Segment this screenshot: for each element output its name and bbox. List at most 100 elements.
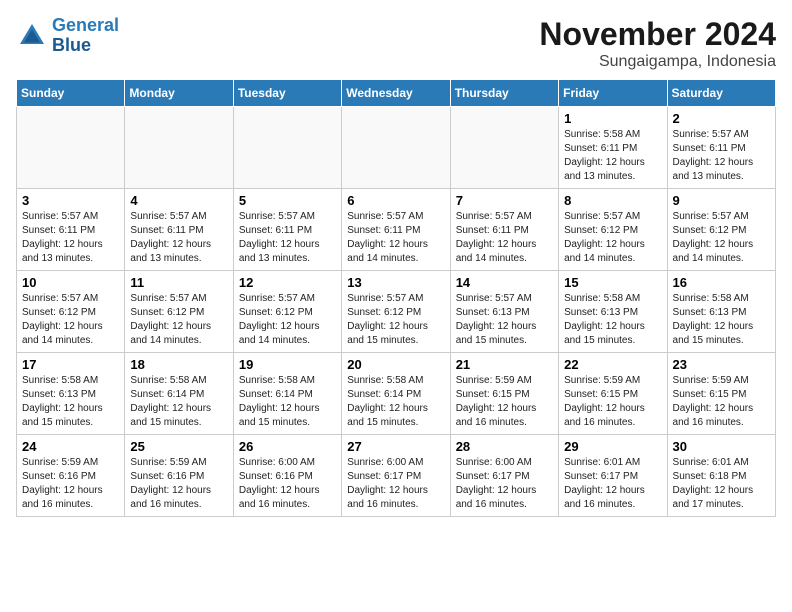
calendar: SundayMondayTuesdayWednesdayThursdayFrid… (16, 79, 776, 517)
calendar-week-row: 1Sunrise: 5:58 AM Sunset: 6:11 PM Daylig… (17, 107, 776, 189)
calendar-cell (450, 107, 558, 189)
calendar-cell: 24 Sunrise: 5:59 AM Sunset: 6:16 PM Dayli… (17, 435, 125, 517)
day-info: Sunrise: 6:01 AM Sunset: 6:17 PM Dayligh… (564, 456, 661, 512)
day-info: Sunrise: 5:57 AM Sunset: 6:12 PM Dayligh… (239, 292, 336, 348)
day-number: 21 (456, 357, 553, 372)
calendar-cell: 15 Sunrise: 5:58 AM Sunset: 6:13 PM Dayli… (559, 271, 667, 353)
day-number: 25 (130, 439, 227, 454)
day-info: Sunrise: 5:57 AM Sunset: 6:11 PM Dayligh… (130, 210, 227, 266)
day-info: Sunrise: 5:58 AM Sunset: 6:14 PM Dayligh… (239, 374, 336, 430)
weekday-header: Tuesday (233, 80, 341, 107)
day-info: Sunrise: 5:57 AM Sunset: 6:11 PM Dayligh… (456, 210, 553, 266)
calendar-cell: 25 Sunrise: 5:59 AM Sunset: 6:16 PM Dayli… (125, 435, 233, 517)
calendar-cell: 22 Sunrise: 5:59 AM Sunset: 6:15 PM Dayli… (559, 353, 667, 435)
day-info: Sunrise: 6:00 AM Sunset: 6:16 PM Dayligh… (239, 456, 336, 512)
day-number: 11 (130, 275, 227, 290)
day-number: 10 (22, 275, 119, 290)
calendar-cell: 8 Sunrise: 5:57 AM Sunset: 6:12 PM Daylig… (559, 189, 667, 271)
day-info: Sunrise: 5:58 AM Sunset: 6:13 PM Dayligh… (22, 374, 119, 430)
day-info: Sunrise: 5:58 AM Sunset: 6:14 PM Dayligh… (130, 374, 227, 430)
day-info: Sunrise: 5:57 AM Sunset: 6:11 PM Dayligh… (239, 210, 336, 266)
calendar-cell: 28 Sunrise: 6:00 AM Sunset: 6:17 PM Dayli… (450, 435, 558, 517)
day-number: 8 (564, 193, 661, 208)
day-info: Sunrise: 6:00 AM Sunset: 6:17 PM Dayligh… (456, 456, 553, 512)
calendar-cell: 5Sunrise: 5:57 AM Sunset: 6:11 PM Daylig… (233, 189, 341, 271)
logo: General Blue (16, 16, 119, 56)
calendar-cell: 18 Sunrise: 5:58 AM Sunset: 6:14 PM Dayli… (125, 353, 233, 435)
day-number: 12 (239, 275, 336, 290)
day-number: 22 (564, 357, 661, 372)
weekday-header: Monday (125, 80, 233, 107)
calendar-cell (233, 107, 341, 189)
weekday-header: Thursday (450, 80, 558, 107)
logo-text: General Blue (52, 16, 119, 56)
calendar-cell: 27 Sunrise: 6:00 AM Sunset: 6:17 PM Dayli… (342, 435, 450, 517)
day-number: 9 (673, 193, 770, 208)
day-number: 14 (456, 275, 553, 290)
calendar-week-row: 24 Sunrise: 5:59 AM Sunset: 6:16 PM Dayli… (17, 435, 776, 517)
calendar-week-row: 17Sunrise: 5:58 AM Sunset: 6:13 PM Dayli… (17, 353, 776, 435)
calendar-week-row: 3 Sunrise: 5:57 AM Sunset: 6:11 PM Daylig… (17, 189, 776, 271)
day-info: Sunrise: 5:59 AM Sunset: 6:16 PM Dayligh… (22, 456, 119, 512)
calendar-cell (17, 107, 125, 189)
calendar-cell: 19Sunrise: 5:58 AM Sunset: 6:14 PM Dayli… (233, 353, 341, 435)
day-info: Sunrise: 5:58 AM Sunset: 6:13 PM Dayligh… (673, 292, 770, 348)
weekday-header: Friday (559, 80, 667, 107)
calendar-cell: 12 Sunrise: 5:57 AM Sunset: 6:12 PM Dayli… (233, 271, 341, 353)
calendar-week-row: 10 Sunrise: 5:57 AM Sunset: 6:12 PM Dayli… (17, 271, 776, 353)
day-number: 30 (673, 439, 770, 454)
day-info: Sunrise: 5:57 AM Sunset: 6:12 PM Dayligh… (673, 210, 770, 266)
day-info: Sunrise: 5:57 AM Sunset: 6:12 PM Dayligh… (347, 292, 444, 348)
day-info: Sunrise: 5:57 AM Sunset: 6:12 PM Dayligh… (564, 210, 661, 266)
day-number: 24 (22, 439, 119, 454)
calendar-cell: 29Sunrise: 6:01 AM Sunset: 6:17 PM Dayli… (559, 435, 667, 517)
day-info: Sunrise: 5:59 AM Sunset: 6:16 PM Dayligh… (130, 456, 227, 512)
calendar-cell: 20 Sunrise: 5:58 AM Sunset: 6:14 PM Dayli… (342, 353, 450, 435)
calendar-cell: 3Sunrise: 5:57 AM Sunset: 6:11 PM Daylig… (17, 189, 125, 271)
calendar-cell: 1Sunrise: 5:58 AM Sunset: 6:11 PM Daylig… (559, 107, 667, 189)
calendar-cell: 26 Sunrise: 6:00 AM Sunset: 6:16 PM Dayli… (233, 435, 341, 517)
logo-icon (16, 20, 48, 52)
calendar-cell (342, 107, 450, 189)
calendar-cell: 13 Sunrise: 5:57 AM Sunset: 6:12 PM Dayli… (342, 271, 450, 353)
calendar-cell: 7Sunrise: 5:57 AM Sunset: 6:11 PM Daylig… (450, 189, 558, 271)
calendar-cell: 14 Sunrise: 5:57 AM Sunset: 6:13 PM Dayli… (450, 271, 558, 353)
title-area: November 2024 Sungaigampa, Indonesia (539, 16, 776, 71)
day-info: Sunrise: 5:57 AM Sunset: 6:12 PM Dayligh… (130, 292, 227, 348)
day-info: Sunrise: 5:57 AM Sunset: 6:13 PM Dayligh… (456, 292, 553, 348)
calendar-cell: 23Sunrise: 5:59 AM Sunset: 6:15 PM Dayli… (667, 353, 775, 435)
calendar-cell (125, 107, 233, 189)
day-number: 28 (456, 439, 553, 454)
day-info: Sunrise: 5:58 AM Sunset: 6:13 PM Dayligh… (564, 292, 661, 348)
calendar-cell: 21Sunrise: 5:59 AM Sunset: 6:15 PM Dayli… (450, 353, 558, 435)
location: Sungaigampa, Indonesia (539, 53, 776, 71)
day-number: 2 (673, 111, 770, 126)
day-info: Sunrise: 5:58 AM Sunset: 6:11 PM Dayligh… (564, 128, 661, 184)
day-info: Sunrise: 6:00 AM Sunset: 6:17 PM Dayligh… (347, 456, 444, 512)
day-number: 6 (347, 193, 444, 208)
day-number: 15 (564, 275, 661, 290)
calendar-cell: 6Sunrise: 5:57 AM Sunset: 6:11 PM Daylig… (342, 189, 450, 271)
day-info: Sunrise: 5:59 AM Sunset: 6:15 PM Dayligh… (564, 374, 661, 430)
day-number: 27 (347, 439, 444, 454)
month-title: November 2024 (539, 16, 776, 53)
weekday-header-row: SundayMondayTuesdayWednesdayThursdayFrid… (17, 80, 776, 107)
day-info: Sunrise: 5:59 AM Sunset: 6:15 PM Dayligh… (673, 374, 770, 430)
page-header: General Blue November 2024 Sungaigampa, … (16, 16, 776, 71)
calendar-cell: 30 Sunrise: 6:01 AM Sunset: 6:18 PM Dayli… (667, 435, 775, 517)
day-number: 16 (673, 275, 770, 290)
calendar-cell: 11 Sunrise: 5:57 AM Sunset: 6:12 PM Dayli… (125, 271, 233, 353)
day-info: Sunrise: 5:57 AM Sunset: 6:12 PM Dayligh… (22, 292, 119, 348)
calendar-cell: 16 Sunrise: 5:58 AM Sunset: 6:13 PM Dayli… (667, 271, 775, 353)
calendar-cell: 10 Sunrise: 5:57 AM Sunset: 6:12 PM Dayli… (17, 271, 125, 353)
day-number: 26 (239, 439, 336, 454)
day-info: Sunrise: 5:57 AM Sunset: 6:11 PM Dayligh… (673, 128, 770, 184)
day-info: Sunrise: 5:58 AM Sunset: 6:14 PM Dayligh… (347, 374, 444, 430)
day-number: 13 (347, 275, 444, 290)
calendar-cell: 9 Sunrise: 5:57 AM Sunset: 6:12 PM Daylig… (667, 189, 775, 271)
day-number: 18 (130, 357, 227, 372)
day-number: 20 (347, 357, 444, 372)
calendar-cell: 4Sunrise: 5:57 AM Sunset: 6:11 PM Daylig… (125, 189, 233, 271)
day-info: Sunrise: 6:01 AM Sunset: 6:18 PM Dayligh… (673, 456, 770, 512)
day-number: 3 (22, 193, 119, 208)
